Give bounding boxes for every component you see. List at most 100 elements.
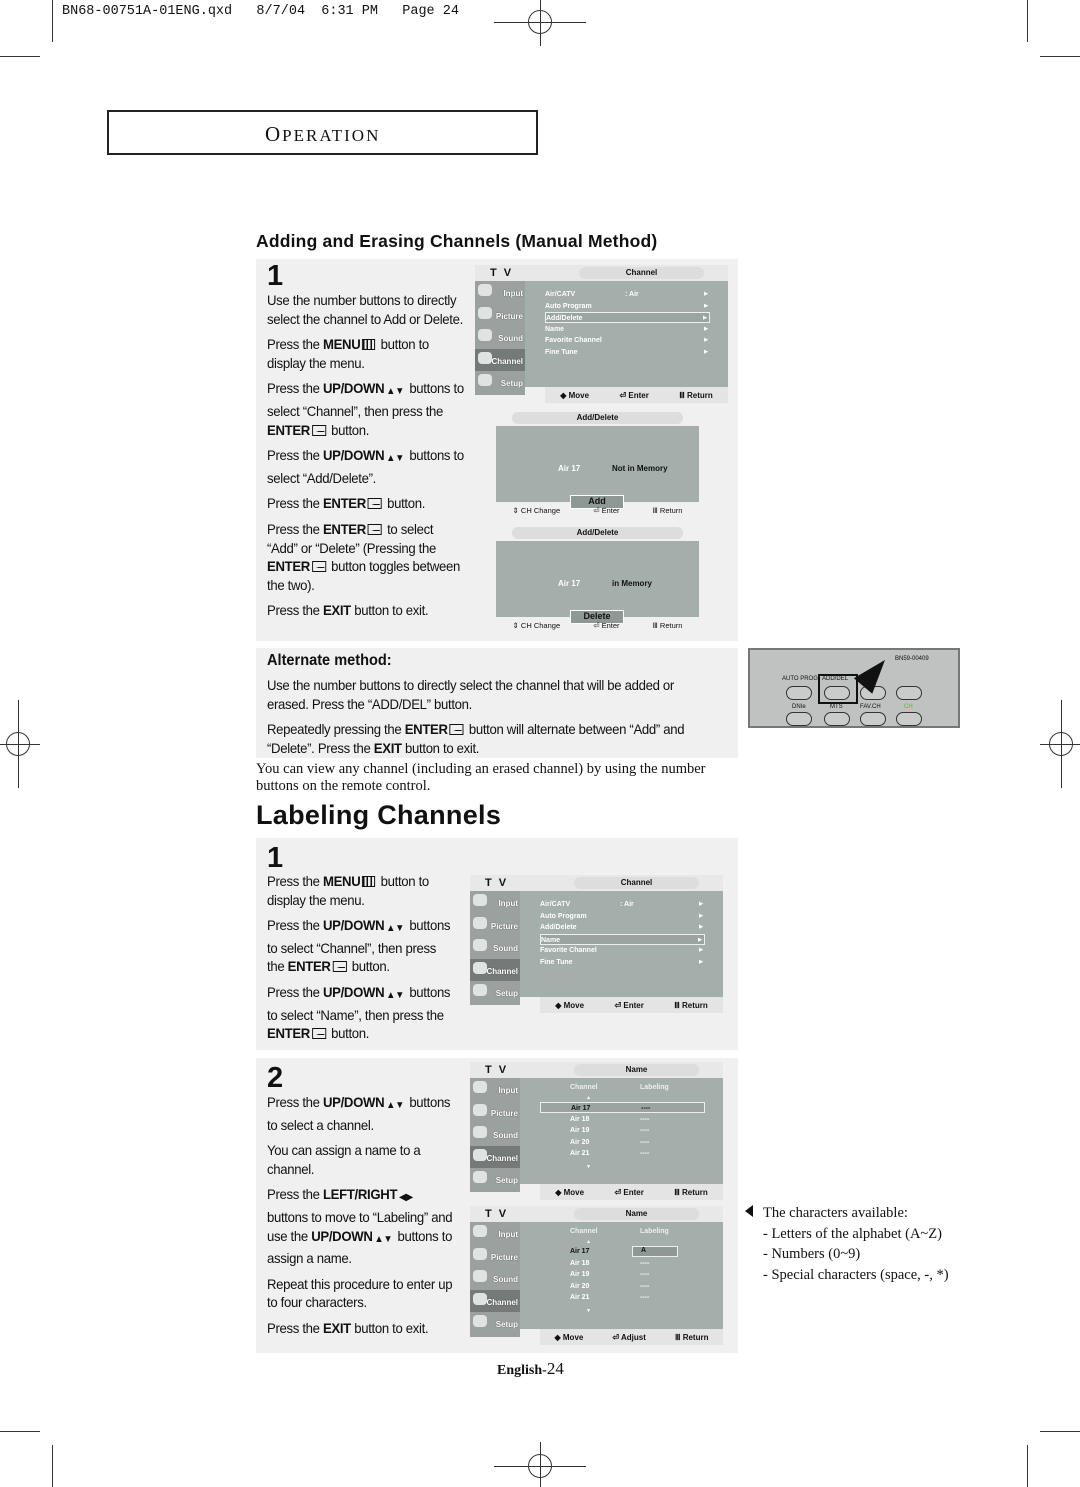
menu-sidebar: Input Picture Sound Channel Setup [470,891,520,1005]
enter-icon: ⏎ [612,1332,622,1342]
footer-label: Return [681,1000,708,1010]
instruction-text: You can assign a name to a channel. [267,1142,421,1177]
dialog-channel: Air 17 [558,464,581,473]
channel-row: Air 18 ---- [540,1258,705,1269]
menu-sidebar: Input Picture Sound Channel Setup [475,281,525,395]
scroll-down-icon: ▼ [586,1164,591,1170]
column-channel: Channel [570,1084,598,1091]
footer-label: Move [563,1000,585,1010]
up-down-arrows-icon: ▲▼ [386,1100,405,1111]
instruction-paragraph: Use the number buttons to directly selec… [267,291,466,328]
menu-row: Fine Tune ▶ [545,347,710,358]
instruction-text: ENTER [322,495,366,512]
sidebar-item-setup: Setup [470,981,520,1004]
tv-menu-name: T V Name Input Picture Sound Channel Setup Chan… [470,1062,723,1200]
step-number: 1 [267,260,284,292]
sidebar-item-setup: Setup [470,1168,520,1191]
arrow-right-icon: ▶ [699,924,703,930]
menu-row-label: Name [545,325,565,333]
instruction-text: MENU [322,873,361,889]
menu-sidebar: Input Picture Sound Channel Setup [470,1078,520,1192]
channel-row: Air 19 ---- [540,1125,705,1136]
instruction-text: UP/DOWN [322,917,385,934]
enter-icon [367,498,382,510]
sidebar-item-sound: Sound [470,936,520,959]
instruction-text: UP/DOWN [322,983,385,1000]
tv-label: T V [485,1208,509,1220]
notes-heading: The characters available: [763,1205,908,1221]
menu-row-label: Auto Program [545,302,592,310]
sidebar-item-picture: Picture [470,1101,520,1124]
channel-row: Air 21 ---- [540,1148,705,1159]
menu-row: Auto Program ▶ [545,301,710,312]
menu-body: Air/CATV: Air ▶ Auto Program ▶ Add/Delete ▶ Na… [520,891,723,997]
menu-title-bar: T V Name [470,1062,723,1078]
menu-row-label: Add/Delete [540,924,577,931]
menu-title-bar: T V Channel [475,265,728,281]
footer-item: Ⅲ Return [653,621,683,630]
instruction-text: Press the [267,380,323,397]
menu-row-label: Add/Delete [546,315,583,322]
add-del-button [824,686,850,700]
instruction-text: Press the [267,520,323,537]
menu-row: Favorite Channel ▶ [545,335,710,346]
alternate-title: Alternate method: [267,652,392,669]
instruction-paragraph: Press the UP/DOWN ▲▼ buttons to select “N… [267,983,455,1043]
section-title: Adding and Erasing Channels (Manual Meth… [256,231,658,251]
footer-label: Move [562,1332,584,1342]
instruction-paragraph: You can assign a name to a channel. [267,1141,455,1178]
menu-row-label: Auto Program [540,912,587,920]
footer-label: Return [686,390,713,400]
footer-item: ⏎ Enter [593,506,619,515]
channel-name: Air 21 [570,1294,590,1301]
footer-item: Ⅲ Return [675,1333,709,1342]
instruction-text: button to exit. [350,1319,429,1336]
footer-label: Enter [601,505,620,515]
footer-item: ⇕ CH Change [513,506,561,515]
channel-row: Air 19 ---- [540,1269,705,1280]
remote-label: FAV.CH [860,704,881,710]
dialog-channel: Air 17 [558,579,581,588]
footer-item: ⏎ Enter [619,391,648,400]
instruction-text: Press the [267,336,323,353]
tv-menu-channel: T V Channel Input Picture Sound Channel Setup A… [475,265,728,403]
footer-label: Return [659,620,683,630]
menu-row-value: : Air [625,291,639,298]
column-channel: Channel [570,1228,598,1235]
instruction-text: Press the [267,495,323,512]
channel-row: Air 17 A [540,1246,705,1257]
instruction-text: button to exit. [350,602,429,619]
tv-menu-channel: T V Channel Input Picture Sound Channel Setup A… [470,875,723,1013]
sidebar-item-channel: Channel [470,1289,520,1313]
footer-item: ⏎ Enter [593,621,619,630]
arrow-right-icon: ▶ [704,348,708,355]
up-down-arrows-icon: ▲▼ [386,989,405,1001]
menu-row: Name ▶ [545,324,710,335]
view-note: You can view any channel (including an e… [256,761,706,794]
instruction-paragraph: Press the ENTER button. [267,494,466,513]
footer-label: Enter [628,390,649,400]
tv-label: T V [485,877,509,889]
sidebar-item-picture: Picture [470,1245,520,1268]
remote-label: DNIe [792,704,806,710]
menu-title: Channel [579,267,704,279]
crop-mark [1040,1431,1080,1432]
channel-name: Air 19 [570,1271,590,1278]
footer-item: ◆ Move [560,391,589,400]
footer-item: Ⅲ Return [679,391,713,400]
crop-mark [52,0,53,42]
menu-row: Favorite Channel ▶ [540,945,705,956]
menu-body: Channel Labeling ▲ Air 17 ---- Air 18 ---- Air … [520,1078,723,1184]
channel-label: ---- [640,1294,650,1301]
footer-label: CH Change [520,505,561,515]
menu-row: Fine Tune ▶ [540,957,705,968]
footer-item: ⏎ Adjust [612,1333,646,1342]
instruction-text: button to exit. [401,739,480,756]
footer-label: Return [659,505,683,515]
instruction-text: ENTER [267,558,310,575]
registration-mark [528,10,552,34]
footer-item: ◆ Move [555,1188,584,1197]
sidebar-item-sound: Sound [475,326,525,349]
menu-row-label: Name [541,936,561,944]
instruction-paragraph: Press the UP/DOWN ▲▼ buttons to select a … [267,1093,455,1134]
